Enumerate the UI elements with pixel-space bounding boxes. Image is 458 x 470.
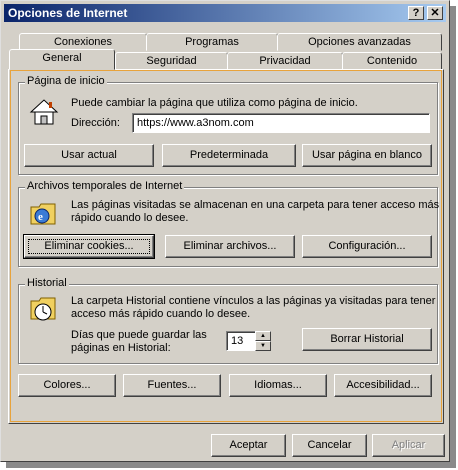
history-desc-line2: acceso más rápido cuando lo desee. xyxy=(71,308,251,320)
apply-label: Aplicar xyxy=(391,439,426,451)
use-default-button[interactable]: Predeterminada xyxy=(162,144,296,167)
tab-privacy[interactable]: Privacidad xyxy=(227,52,343,70)
use-default-label: Predeterminada xyxy=(189,149,269,161)
temp-folder-icon: e xyxy=(30,203,56,225)
address-label: Dirección: xyxy=(71,117,120,129)
history-days-input[interactable]: 13 xyxy=(226,331,256,351)
window-title: Opciones de Internet xyxy=(8,6,128,20)
delete-files-button[interactable]: Eliminar archivos... xyxy=(165,235,295,258)
window-shadow-bottom xyxy=(6,462,456,468)
days-label-line1: Días que puede guardar las xyxy=(71,329,207,341)
delete-cookies-button[interactable]: Eliminar cookies... xyxy=(23,234,155,259)
fonts-label: Fuentes... xyxy=(147,379,197,391)
ok-button[interactable]: Aceptar xyxy=(211,434,286,457)
history-icon xyxy=(30,297,56,321)
home-icon xyxy=(29,99,59,125)
fonts-button[interactable]: Fuentes... xyxy=(123,374,221,397)
accessibility-button[interactable]: Accesibilidad... xyxy=(334,374,432,397)
use-current-label: Usar actual xyxy=(61,149,117,161)
help-button[interactable]: ? xyxy=(408,6,424,20)
tab-general[interactable]: General xyxy=(9,49,115,70)
internet-options-dialog: Opciones de Internet ? ✕ Conexiones Prog… xyxy=(0,0,450,462)
homepage-group-label: Página de inicio xyxy=(25,75,107,87)
delete-files-label: Eliminar archivos... xyxy=(183,240,277,252)
history-desc-line1: La carpeta Historial contiene vínculos a… xyxy=(71,295,436,307)
days-label-line2: páginas en Historial: xyxy=(71,342,171,354)
cancel-button[interactable]: Cancelar xyxy=(292,434,367,457)
settings-label: Configuración... xyxy=(328,240,406,252)
colors-button[interactable]: Colores... xyxy=(18,374,116,397)
temp-files-group-label: Archivos temporales de Internet xyxy=(25,180,185,192)
ok-label: Aceptar xyxy=(229,439,268,451)
tab-programs[interactable]: Programas xyxy=(146,33,278,51)
use-blank-button[interactable]: Usar página en blanco xyxy=(302,144,432,167)
use-current-button[interactable]: Usar actual xyxy=(24,144,154,167)
temp-files-desc-line1: Las páginas visitadas se almacenan en un… xyxy=(71,199,440,211)
settings-button[interactable]: Configuración... xyxy=(302,235,432,258)
tab-content[interactable]: Contenido xyxy=(342,52,442,70)
history-days-spinner[interactable]: ▲ ▼ xyxy=(255,331,271,351)
apply-button: Aplicar xyxy=(372,434,445,457)
delete-cookies-label: Eliminar cookies... xyxy=(44,240,134,252)
accessibility-label: Accesibilidad... xyxy=(346,379,420,391)
spin-down-icon[interactable]: ▼ xyxy=(255,341,271,351)
languages-button[interactable]: Idiomas... xyxy=(229,374,327,397)
address-input[interactable]: https://www.a3nom.com xyxy=(132,113,430,133)
spin-up-icon[interactable]: ▲ xyxy=(255,331,271,341)
temp-files-desc-line2: rápido cuando lo desee. xyxy=(71,212,189,224)
title-bar[interactable]: Opciones de Internet ? ✕ xyxy=(4,4,446,22)
clear-history-label: Borrar Historial xyxy=(330,333,404,345)
tab-advanced[interactable]: Opciones avanzadas xyxy=(277,33,442,51)
homepage-description: Puede cambiar la página que utiliza como… xyxy=(71,97,358,109)
tab-security[interactable]: Seguridad xyxy=(115,52,228,70)
clear-history-button[interactable]: Borrar Historial xyxy=(302,328,432,351)
languages-label: Idiomas... xyxy=(254,379,302,391)
window-shadow-right xyxy=(450,6,456,466)
svg-text:e: e xyxy=(38,211,43,223)
colors-label: Colores... xyxy=(43,379,91,391)
history-group-label: Historial xyxy=(25,277,69,289)
cancel-label: Cancelar xyxy=(307,439,352,451)
close-button[interactable]: ✕ xyxy=(427,6,443,20)
use-blank-label: Usar página en blanco xyxy=(311,149,423,161)
